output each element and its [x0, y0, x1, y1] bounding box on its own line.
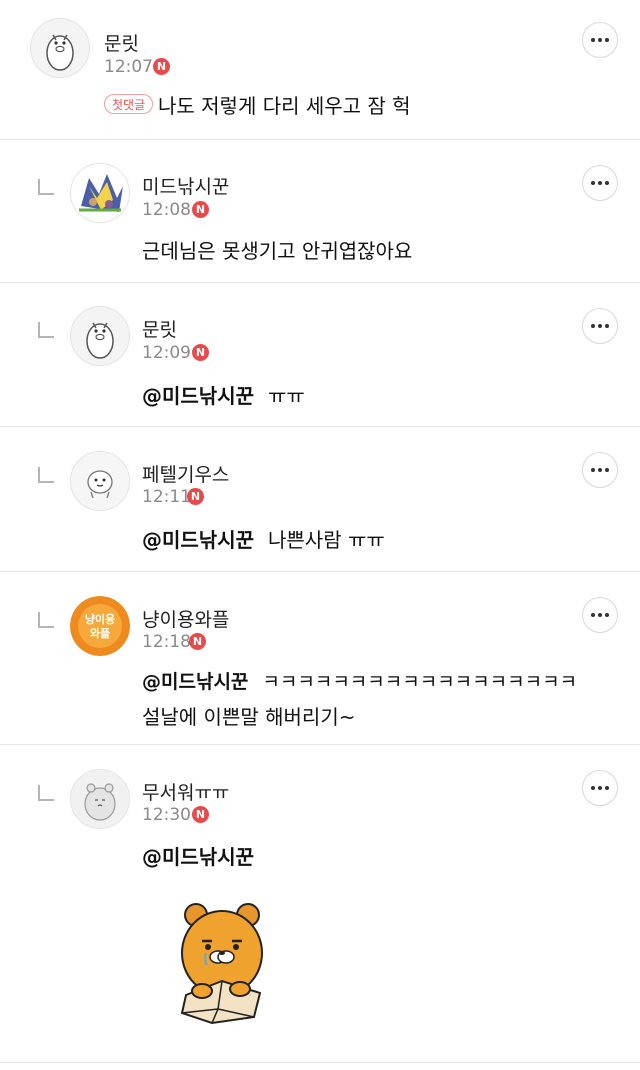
ryan-bear-sticker: [172, 895, 272, 1025]
reply-arrow-icon: [38, 785, 54, 801]
divider: [0, 426, 640, 427]
author-name[interactable]: 냥이용와플: [142, 605, 229, 632]
comment-text: 근데님은 못생기고 안귀엽잖아요: [142, 239, 413, 263]
more-icon-dot: [605, 181, 609, 185]
waffle-avatar-icon: 냥이용 와플: [70, 596, 130, 656]
new-badge: N: [192, 344, 209, 361]
more-icon: [591, 468, 595, 472]
divider: [0, 282, 640, 283]
avatar[interactable]: [70, 451, 130, 511]
more-button[interactable]: [582, 770, 618, 806]
character-avatar-icon: [71, 164, 129, 222]
more-icon: [591, 613, 595, 617]
more-button[interactable]: [582, 308, 618, 344]
divider: [0, 1062, 640, 1063]
avatar[interactable]: [70, 306, 130, 366]
more-icon-dot: [598, 181, 602, 185]
more-icon-dot: [605, 613, 609, 617]
comment-text: 나도 저렇게 다리 세우고 잠 헉: [158, 94, 411, 118]
more-icon-dot: [605, 38, 609, 42]
more-icon-dot: [598, 786, 602, 790]
new-badge: N: [192, 201, 209, 218]
avatar[interactable]: [30, 18, 90, 78]
timestamp: 12:11: [142, 487, 191, 507]
timestamp: 12:07: [104, 57, 153, 77]
sticker-image: [180, 903, 263, 1025]
more-button[interactable]: [582, 165, 618, 201]
more-button[interactable]: [582, 452, 618, 488]
mention[interactable]: @미드낚시꾼: [142, 384, 254, 408]
more-icon-dot: [605, 468, 609, 472]
reply-arrow-icon: [38, 179, 54, 195]
timestamp: 12:08: [142, 200, 191, 220]
more-icon-dot: [598, 38, 602, 42]
reply-arrow-icon: [38, 322, 54, 338]
more-icon-dot: [598, 613, 602, 617]
divider: [0, 744, 640, 745]
pig-avatar-icon: [71, 307, 129, 365]
more-icon-dot: [605, 786, 609, 790]
divider: [0, 571, 640, 572]
comment-text-line2: 설날에 이쁜말 해버리기~: [142, 705, 356, 729]
new-badge: N: [192, 806, 209, 823]
comment-text: @미드낚시꾼 ㅋㅋㅋㅋㅋㅋㅋㅋㅋㅋㅋㅋㅋㅋㅋㅋㅋㅋ: [142, 667, 577, 694]
more-icon-dot: [605, 324, 609, 328]
avatar[interactable]: [70, 163, 130, 223]
first-comment-badge: 첫댓글: [104, 94, 154, 114]
divider: [0, 139, 640, 140]
more-icon: [591, 38, 595, 42]
new-badge: N: [189, 633, 206, 650]
author-name[interactable]: 문릿: [104, 29, 139, 56]
more-icon: [591, 786, 595, 790]
comment-text: @미드낚시꾼: [142, 841, 268, 870]
avatar[interactable]: 냥이용 와플: [70, 596, 130, 656]
comment-text: @미드낚시꾼 ㅠㅠ: [142, 380, 305, 409]
more-button[interactable]: [582, 597, 618, 633]
comment-text: @미드낚시꾼 나쁜사람 ㅠㅠ: [142, 524, 385, 553]
character-avatar-icon: [71, 770, 129, 828]
author-name[interactable]: 무서워ㅠㅠ: [142, 778, 229, 805]
more-icon: [591, 181, 595, 185]
more-icon-dot: [598, 468, 602, 472]
more-icon: [591, 324, 595, 328]
timestamp: 12:09: [142, 343, 191, 363]
new-badge: N: [187, 488, 204, 505]
reply-arrow-icon: [38, 612, 54, 628]
timestamp: 12:30: [142, 805, 191, 825]
timestamp: 12:18: [142, 632, 191, 652]
pig-avatar-icon: [31, 19, 89, 77]
more-icon-dot: [598, 324, 602, 328]
more-button[interactable]: [582, 22, 618, 58]
reply-arrow-icon: [38, 467, 54, 483]
author-name[interactable]: 페텔기우스: [142, 460, 229, 487]
new-badge: N: [153, 58, 170, 75]
author-name[interactable]: 미드낚시꾼: [142, 172, 229, 199]
mention[interactable]: @미드낚시꾼: [142, 528, 254, 552]
mention[interactable]: @미드낚시꾼: [142, 671, 248, 693]
character-avatar-icon: [71, 452, 129, 510]
mention[interactable]: @미드낚시꾼: [142, 845, 254, 869]
avatar[interactable]: [70, 769, 130, 829]
comment-text-body: ㅋㅋㅋㅋㅋㅋㅋㅋㅋㅋㅋㅋㅋㅋㅋㅋㅋㅋ: [262, 671, 578, 693]
comment-text-body: 나쁜사람 ㅠㅠ: [268, 528, 385, 552]
comment-text-body: ㅠㅠ: [268, 384, 305, 408]
author-name[interactable]: 문릿: [142, 315, 177, 342]
